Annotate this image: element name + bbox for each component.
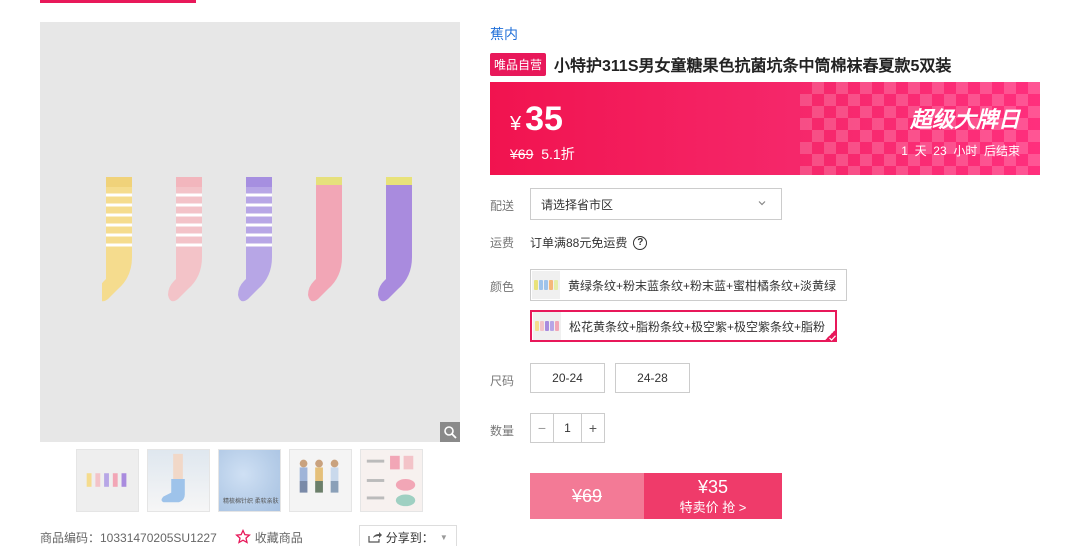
price-banner: ¥ 35 ¥69 5.1折 超级大牌日 1 天 23 小时 后结束	[490, 82, 1040, 175]
thumb-caption: 精梳棉针织 柔软亲肤	[223, 499, 279, 505]
quantity-decrease-button[interactable]: −	[531, 414, 553, 442]
thumbnail-strip: 精梳棉针织 柔软亲肤	[76, 449, 423, 512]
share-icon	[368, 532, 382, 543]
quantity-stepper: − 1 +	[530, 413, 605, 443]
color-option-label: 松花黄条纹+脂粉条纹+极空紫+极空紫条纹+脂粉	[569, 319, 826, 334]
original-price: ¥69	[510, 146, 534, 162]
original-price-row: ¥69 5.1折	[510, 144, 575, 164]
size-option-20-24[interactable]: 20-24	[530, 363, 605, 393]
quantity-label: 数量	[490, 424, 515, 438]
thumb-socks-on-feet[interactable]	[147, 449, 210, 512]
shipping-info: 订单满88元免运费 ?	[530, 234, 648, 251]
shipping-text: 订单满88元免运费	[530, 236, 628, 250]
original-price-button[interactable]: ¥69	[530, 473, 644, 519]
event-title: 超级大牌日	[909, 107, 1020, 132]
product-title: 小特护311S男女童糖果色抗菌坑条中筒棉袜春夏款5双装	[554, 58, 952, 75]
title-row: 唯品自营 小特护311S男女童糖果色抗菌坑条中筒棉袜春夏款5双装	[490, 52, 951, 76]
buy-now-button[interactable]: ¥35 特卖价 抢 >	[644, 473, 782, 519]
self-operated-badge: 唯品自营	[490, 52, 547, 76]
thumb-kids-models[interactable]	[289, 449, 352, 512]
share-label: 分享到：	[385, 530, 434, 545]
zoom-icon[interactable]	[440, 422, 460, 442]
current-price-value: 35	[525, 100, 563, 138]
countdown: 1 天 23 小时 后结束	[901, 144, 1020, 158]
star-icon	[234, 529, 251, 544]
size-option-24-28[interactable]: 24-28	[615, 363, 690, 393]
product-meta-row: 商品编码：10331470205SU1227 收藏商品 分享到： ▼	[40, 525, 457, 546]
selected-check-icon	[823, 328, 838, 342]
chevron-down-icon	[758, 201, 766, 206]
discount-rate: 5.1折	[541, 146, 575, 162]
favorite-label: 收藏商品	[254, 530, 303, 545]
quantity-increase-button[interactable]: +	[582, 414, 604, 442]
color-option-selected[interactable]: 松花黄条纹+脂粉条纹+极空紫+极空紫条纹+脂粉	[530, 310, 838, 342]
thumb-detail-features[interactable]	[360, 449, 423, 512]
delivery-label: 配送	[490, 199, 515, 213]
sale-label: 特卖价 抢 >	[679, 499, 747, 515]
current-price: ¥ 35	[510, 100, 563, 139]
favorite-button[interactable]: 收藏商品	[234, 529, 303, 546]
chevron-down-icon: ▼	[439, 532, 448, 542]
top-accent-bar	[40, 0, 196, 3]
thumb-fabric-closeup[interactable]: 精梳棉针织 柔软亲肤	[218, 449, 281, 512]
region-select-value: 请选择省市区	[541, 197, 614, 212]
color-swatch-thumb	[533, 312, 561, 340]
region-select[interactable]: 请选择省市区	[530, 188, 782, 220]
color-swatch-thumb	[532, 271, 560, 299]
product-code: 商品编码：10331470205SU1227	[40, 530, 217, 545]
color-option[interactable]: 黄绿条纹+粉末蓝条纹+粉末蓝+蜜柑橘条纹+淡黄绿	[530, 269, 848, 301]
quantity-input[interactable]: 1	[553, 414, 582, 442]
currency-symbol: ¥	[510, 113, 522, 135]
color-label: 颜色	[490, 280, 515, 294]
color-option-label: 黄绿条纹+粉末蓝条纹+粉末蓝+蜜柑橘条纹+淡黄绿	[568, 278, 837, 293]
sale-price: ¥35	[697, 476, 729, 497]
help-icon[interactable]: ?	[633, 235, 648, 250]
size-label: 尺码	[490, 374, 515, 388]
main-product-image[interactable]	[40, 22, 460, 442]
buy-button-group: ¥69 ¥35 特卖价 抢 >	[530, 473, 782, 519]
thumb-socks-set[interactable]	[76, 449, 139, 512]
brand-link[interactable]: 蕉内	[490, 24, 518, 44]
share-button[interactable]: 分享到： ▼	[358, 525, 457, 546]
shipping-label: 运费	[490, 236, 515, 250]
socks-illustration	[102, 177, 412, 302]
